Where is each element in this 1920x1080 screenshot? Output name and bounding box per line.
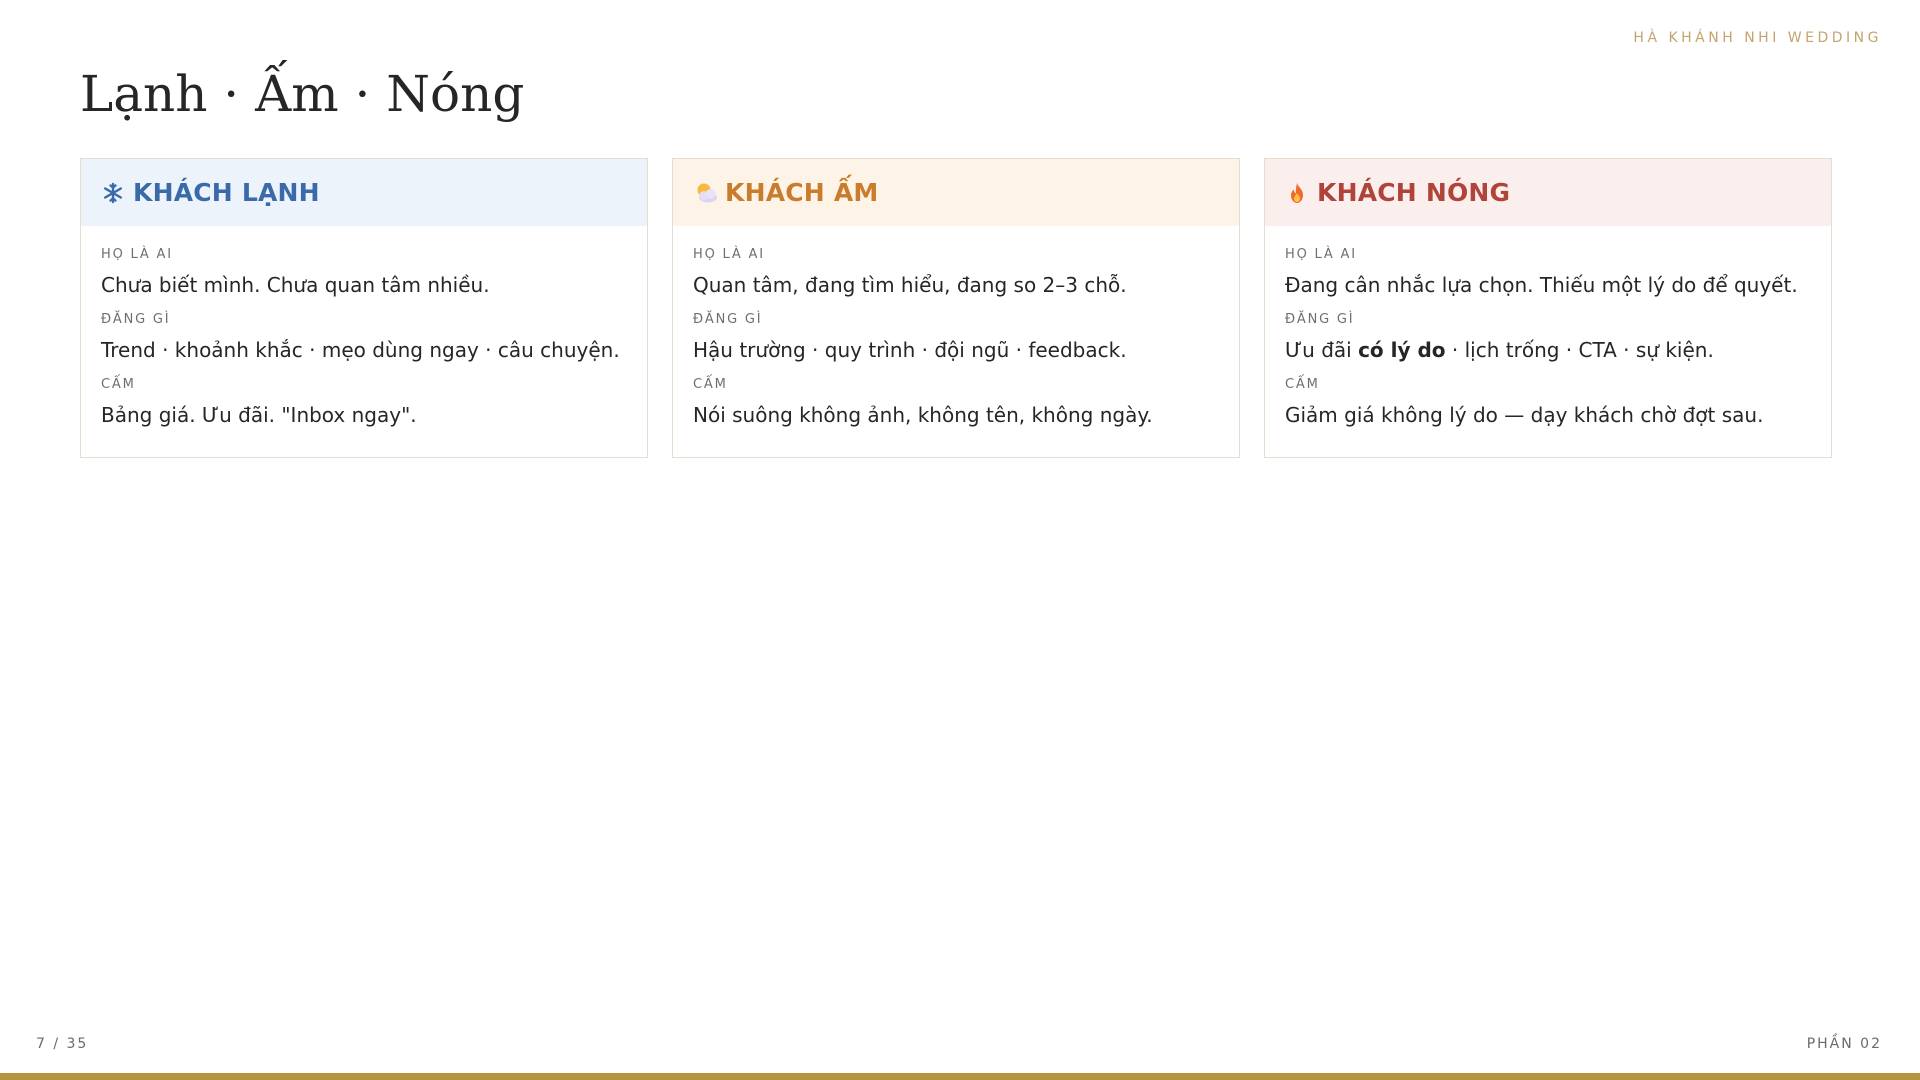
card-body: HỌ LÀ AI Đang cân nhắc lựa chọn. Thiếu m… xyxy=(1265,226,1831,429)
post-label: ĐĂNG GÌ xyxy=(693,312,763,327)
ban-text: Nói suông không ảnh, không tên, không ng… xyxy=(693,403,1153,427)
post-text: Trend · khoảnh khắc · mẹo dùng ngay · câ… xyxy=(101,338,620,362)
brand-name: HÀ KHÁNH NHI WEDDING xyxy=(1633,30,1882,46)
card-header: KHÁCH ẤM xyxy=(673,159,1239,226)
ban-label: CẤM xyxy=(1285,377,1320,392)
card-title: KHÁCH NÓNG xyxy=(1317,178,1511,207)
post-text: Ưu đãi có lý do · lịch trống · CTA · sự … xyxy=(1285,336,1811,364)
card-header: KHÁCH LẠNH xyxy=(81,159,647,226)
section-label: PHẦN 02 xyxy=(1806,1036,1882,1052)
fire-icon xyxy=(1285,181,1309,205)
who-label: HỌ LÀ AI xyxy=(1285,247,1357,262)
who-label: HỌ LÀ AI xyxy=(693,247,765,262)
who-text: Đang cân nhắc lựa chọn. Thiếu một lý do … xyxy=(1285,273,1798,297)
card-cold-customer: KHÁCH LẠNH HỌ LÀ AI Chưa biết mình. Chưa… xyxy=(80,158,648,458)
card-header: KHÁCH NÓNG xyxy=(1265,159,1831,226)
bottom-accent-bar xyxy=(0,1073,1920,1080)
ban-text: Giảm giá không lý do — dạy khách chờ đợt… xyxy=(1285,403,1764,427)
post-text: Hậu trường · quy trình · đội ngũ · feedb… xyxy=(693,338,1127,362)
ban-text: Bảng giá. Ưu đãi. "Inbox ngay". xyxy=(101,403,417,427)
post-text-post: · lịch trống · CTA · sự kiện. xyxy=(1445,338,1714,362)
card-warm-customer: KHÁCH ẤM HỌ LÀ AI Quan tâm, đang tìm hiể… xyxy=(672,158,1240,458)
card-title: KHÁCH LẠNH xyxy=(133,178,320,207)
post-label: ĐĂNG GÌ xyxy=(101,312,171,327)
card-title: KHÁCH ẤM xyxy=(725,178,879,207)
sun-behind-cloud-icon xyxy=(693,181,717,205)
who-text: Quan tâm, đang tìm hiểu, đang so 2–3 chỗ… xyxy=(693,273,1127,297)
ban-label: CẤM xyxy=(693,377,728,392)
who-label: HỌ LÀ AI xyxy=(101,247,173,262)
snowflake-icon xyxy=(101,181,125,205)
post-text-bold: có lý do xyxy=(1358,338,1446,362)
page-title: Lạnh · Ấm · Nóng xyxy=(80,65,525,123)
who-text: Chưa biết mình. Chưa quan tâm nhiều. xyxy=(101,273,490,297)
card-hot-customer: KHÁCH NÓNG HỌ LÀ AI Đang cân nhắc lựa ch… xyxy=(1264,158,1832,458)
audience-cards: KHÁCH LẠNH HỌ LÀ AI Chưa biết mình. Chưa… xyxy=(80,158,1832,458)
post-text-pre: Ưu đãi xyxy=(1285,338,1359,362)
card-body: HỌ LÀ AI Quan tâm, đang tìm hiểu, đang s… xyxy=(673,226,1239,429)
page-number: 7 / 35 xyxy=(36,1036,89,1052)
post-label: ĐĂNG GÌ xyxy=(1285,312,1355,327)
ban-label: CẤM xyxy=(101,377,136,392)
card-body: HỌ LÀ AI Chưa biết mình. Chưa quan tâm n… xyxy=(81,226,647,429)
